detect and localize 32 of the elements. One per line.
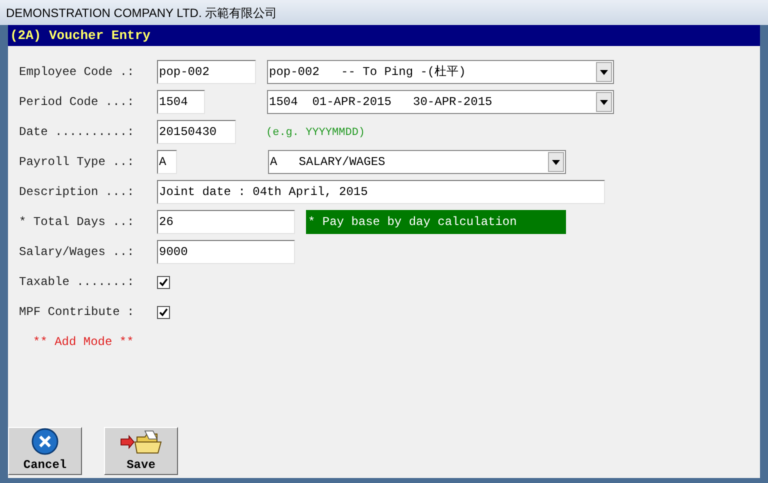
folder-icon [119, 428, 163, 454]
input-field[interactable]: 9000 [157, 240, 295, 264]
input-field[interactable]: Joint date : 04th April, 2015 [157, 180, 605, 204]
close-icon [31, 428, 59, 455]
check-icon [159, 278, 168, 286]
field-label: Employee Code .: [19, 64, 136, 81]
field-label: * Total Days ..: [19, 214, 136, 231]
input-field[interactable]: 26 [157, 210, 295, 234]
field-label: Payroll Type ..: [19, 154, 136, 171]
field-label: Salary/Wages ..: [19, 244, 136, 261]
input-field[interactable]: A [157, 150, 177, 174]
window-title: DEMONSTRATION COMPANY LTD. 示範有限公司 [6, 4, 278, 22]
cancel-button[interactable]: Cancel [8, 427, 82, 475]
mode-indicator: ** Add Mode ** [33, 334, 135, 351]
dropdown[interactable]: A SALARY/WAGES [268, 150, 566, 174]
form-title: (2A) Voucher Entry [10, 26, 150, 45]
input-field[interactable]: 1504 [157, 90, 205, 114]
check-icon [159, 308, 168, 316]
field-label: Period Code ...: [19, 94, 136, 111]
field-label: Date ..........: [19, 124, 136, 141]
checkbox[interactable] [157, 276, 170, 288]
input-field[interactable]: pop-002 [157, 60, 256, 84]
field-label: Description ...: [19, 184, 136, 201]
input-field[interactable]: 20150430 [157, 120, 236, 144]
field-label: Taxable .......: [19, 274, 136, 291]
note-banner: * Pay base by day calculation [306, 210, 566, 234]
format-hint: (e.g. YYYYMMDD) [266, 126, 366, 142]
field-label: MPF Contribute : [19, 304, 136, 321]
save-button[interactable]: Save [104, 427, 178, 475]
dropdown[interactable]: 1504 01-APR-2015 30-APR-2015 [267, 90, 614, 114]
dropdown[interactable]: pop-002 -- To Ping -(杜平) [267, 60, 614, 84]
checkbox[interactable] [157, 306, 170, 318]
